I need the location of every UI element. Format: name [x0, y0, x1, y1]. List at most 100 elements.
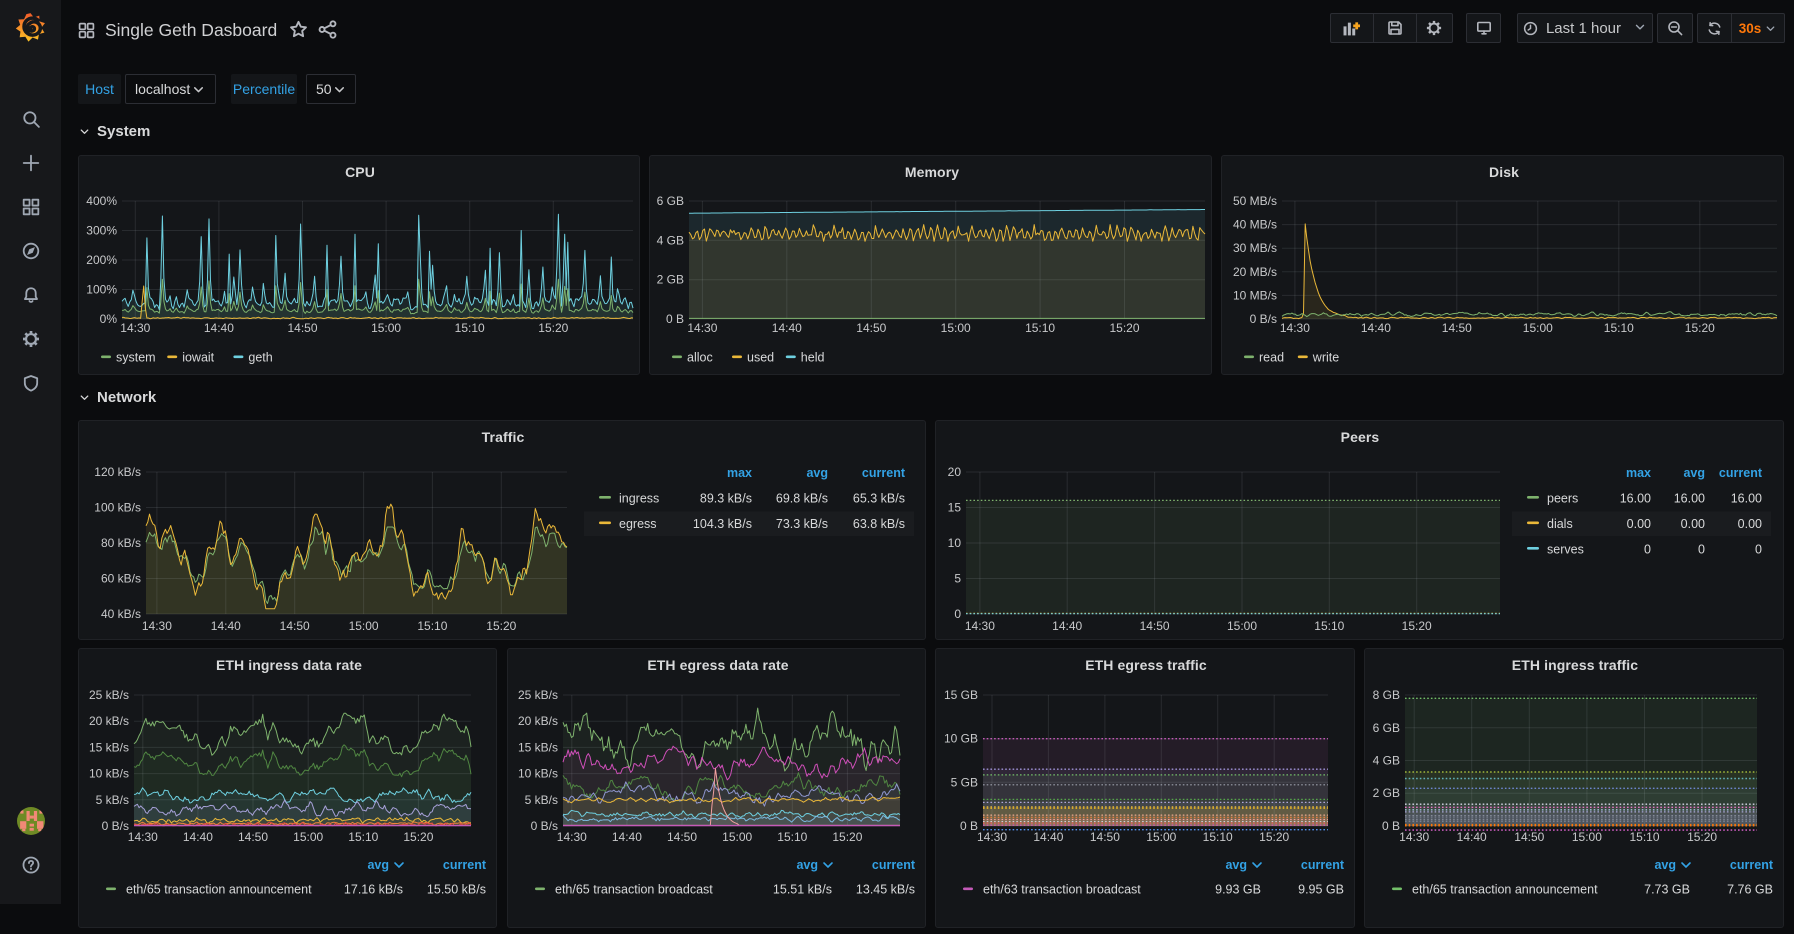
- svg-text:120 kB/s: 120 kB/s: [94, 465, 141, 479]
- svg-text:14:30: 14:30: [120, 321, 150, 335]
- svg-text:15: 15: [948, 501, 962, 515]
- svg-text:15.50 kB/s: 15.50 kB/s: [427, 883, 486, 897]
- svg-text:6 GB: 6 GB: [1373, 721, 1400, 735]
- svg-text:15:10: 15:10: [1629, 830, 1659, 844]
- svg-text:10 MB/s: 10 MB/s: [1233, 288, 1277, 302]
- svg-text:Peers: Peers: [1341, 429, 1380, 445]
- svg-text:14:40: 14:40: [1457, 830, 1487, 844]
- svg-text:15:00: 15:00: [1227, 619, 1257, 633]
- svg-text:alloc: alloc: [687, 351, 713, 365]
- svg-text:0 B/s: 0 B/s: [102, 819, 129, 833]
- svg-text:16.00: 16.00: [1731, 492, 1762, 506]
- svg-text:14:50: 14:50: [1514, 830, 1544, 844]
- svg-text:14:30: 14:30: [128, 830, 158, 844]
- svg-text:used: used: [747, 351, 774, 365]
- svg-text:10 kB/s: 10 kB/s: [518, 767, 558, 781]
- svg-text:write: write: [1312, 351, 1339, 365]
- svg-text:200%: 200%: [86, 253, 117, 267]
- svg-text:5 GB: 5 GB: [951, 775, 978, 789]
- svg-text:7.73 GB: 7.73 GB: [1644, 883, 1690, 897]
- svg-text:15:00: 15:00: [941, 321, 971, 335]
- svg-text:14:40: 14:40: [772, 321, 802, 335]
- svg-text:20: 20: [948, 465, 962, 479]
- svg-text:10: 10: [948, 536, 962, 550]
- svg-text:held: held: [801, 351, 825, 365]
- svg-text:10 GB: 10 GB: [944, 732, 978, 746]
- svg-text:CPU: CPU: [345, 164, 375, 180]
- svg-text:peers: peers: [1547, 492, 1578, 506]
- svg-text:14:30: 14:30: [687, 321, 717, 335]
- svg-text:Disk: Disk: [1489, 164, 1519, 180]
- svg-text:15:20: 15:20: [1402, 619, 1432, 633]
- svg-text:14:30: 14:30: [977, 830, 1007, 844]
- svg-text:16.00: 16.00: [1674, 492, 1705, 506]
- svg-text:14:40: 14:40: [1033, 830, 1063, 844]
- svg-text:current: current: [872, 858, 916, 872]
- svg-text:30 MB/s: 30 MB/s: [1233, 241, 1277, 255]
- svg-text:14:50: 14:50: [1140, 619, 1170, 633]
- svg-text:100%: 100%: [86, 283, 117, 297]
- svg-text:4 GB: 4 GB: [1373, 754, 1400, 768]
- svg-text:14:30: 14:30: [142, 619, 172, 633]
- svg-text:0 B/s: 0 B/s: [531, 819, 558, 833]
- svg-text:20 MB/s: 20 MB/s: [1233, 265, 1277, 279]
- svg-text:14:50: 14:50: [1090, 830, 1120, 844]
- svg-text:eth/63 transaction broadcast: eth/63 transaction broadcast: [983, 883, 1141, 897]
- svg-text:8 GB: 8 GB: [1373, 688, 1400, 702]
- svg-text:eth/65 transaction broadcast: eth/65 transaction broadcast: [555, 883, 713, 897]
- svg-text:geth: geth: [248, 351, 272, 365]
- svg-text:egress: egress: [619, 517, 657, 531]
- svg-text:9.93 GB: 9.93 GB: [1215, 883, 1261, 897]
- svg-text:15:10: 15:10: [1203, 830, 1233, 844]
- svg-text:2 GB: 2 GB: [1373, 786, 1400, 800]
- svg-text:69.8 kB/s: 69.8 kB/s: [776, 492, 828, 506]
- svg-text:0: 0: [1644, 543, 1651, 557]
- svg-text:current: current: [1301, 858, 1345, 872]
- svg-text:14:40: 14:40: [1052, 619, 1082, 633]
- svg-text:40 kB/s: 40 kB/s: [101, 607, 141, 621]
- svg-text:avg: avg: [1683, 466, 1705, 480]
- svg-text:ETH ingress traffic: ETH ingress traffic: [1512, 657, 1638, 673]
- svg-text:eth/65 transaction announcemen: eth/65 transaction announcement: [1412, 883, 1598, 897]
- svg-text:current: current: [1719, 466, 1763, 480]
- svg-text:15:00: 15:00: [371, 321, 401, 335]
- svg-text:400%: 400%: [86, 194, 117, 208]
- svg-text:Memory: Memory: [905, 164, 959, 180]
- svg-text:25 kB/s: 25 kB/s: [518, 688, 558, 702]
- svg-text:89.3 kB/s: 89.3 kB/s: [700, 492, 752, 506]
- svg-text:5 kB/s: 5 kB/s: [525, 793, 558, 807]
- svg-text:14:40: 14:40: [183, 830, 213, 844]
- svg-text:14:50: 14:50: [287, 321, 317, 335]
- svg-text:current: current: [862, 466, 906, 480]
- svg-text:15:00: 15:00: [349, 619, 379, 633]
- svg-text:15.51 kB/s: 15.51 kB/s: [773, 883, 832, 897]
- svg-text:14:50: 14:50: [1442, 321, 1472, 335]
- svg-text:read: read: [1259, 351, 1284, 365]
- svg-text:avg: avg: [806, 466, 828, 480]
- svg-text:4 GB: 4 GB: [657, 233, 684, 247]
- svg-text:15:20: 15:20: [1109, 321, 1139, 335]
- svg-text:25 kB/s: 25 kB/s: [89, 688, 129, 702]
- svg-text:9.95 GB: 9.95 GB: [1298, 883, 1344, 897]
- svg-text:14:40: 14:40: [1361, 321, 1391, 335]
- svg-text:15:20: 15:20: [1685, 321, 1715, 335]
- svg-text:50 MB/s: 50 MB/s: [1233, 194, 1277, 208]
- svg-text:14:40: 14:40: [204, 321, 234, 335]
- svg-text:15:20: 15:20: [1259, 830, 1289, 844]
- svg-text:15 kB/s: 15 kB/s: [518, 740, 558, 754]
- svg-text:7.76 GB: 7.76 GB: [1727, 883, 1773, 897]
- svg-text:15:10: 15:10: [1604, 321, 1634, 335]
- svg-text:15:20: 15:20: [538, 321, 568, 335]
- svg-text:15:00: 15:00: [1146, 830, 1176, 844]
- svg-text:60 kB/s: 60 kB/s: [101, 572, 141, 586]
- svg-text:63.8 kB/s: 63.8 kB/s: [853, 517, 905, 531]
- svg-text:Traffic: Traffic: [482, 429, 525, 445]
- svg-text:104.3 kB/s: 104.3 kB/s: [693, 517, 752, 531]
- svg-text:max: max: [1626, 466, 1651, 480]
- svg-text:10 kB/s: 10 kB/s: [89, 767, 129, 781]
- svg-text:300%: 300%: [86, 224, 117, 238]
- svg-text:15:20: 15:20: [832, 830, 862, 844]
- svg-text:0 B: 0 B: [960, 819, 978, 833]
- svg-text:14:30: 14:30: [965, 619, 995, 633]
- svg-text:20 kB/s: 20 kB/s: [518, 714, 558, 728]
